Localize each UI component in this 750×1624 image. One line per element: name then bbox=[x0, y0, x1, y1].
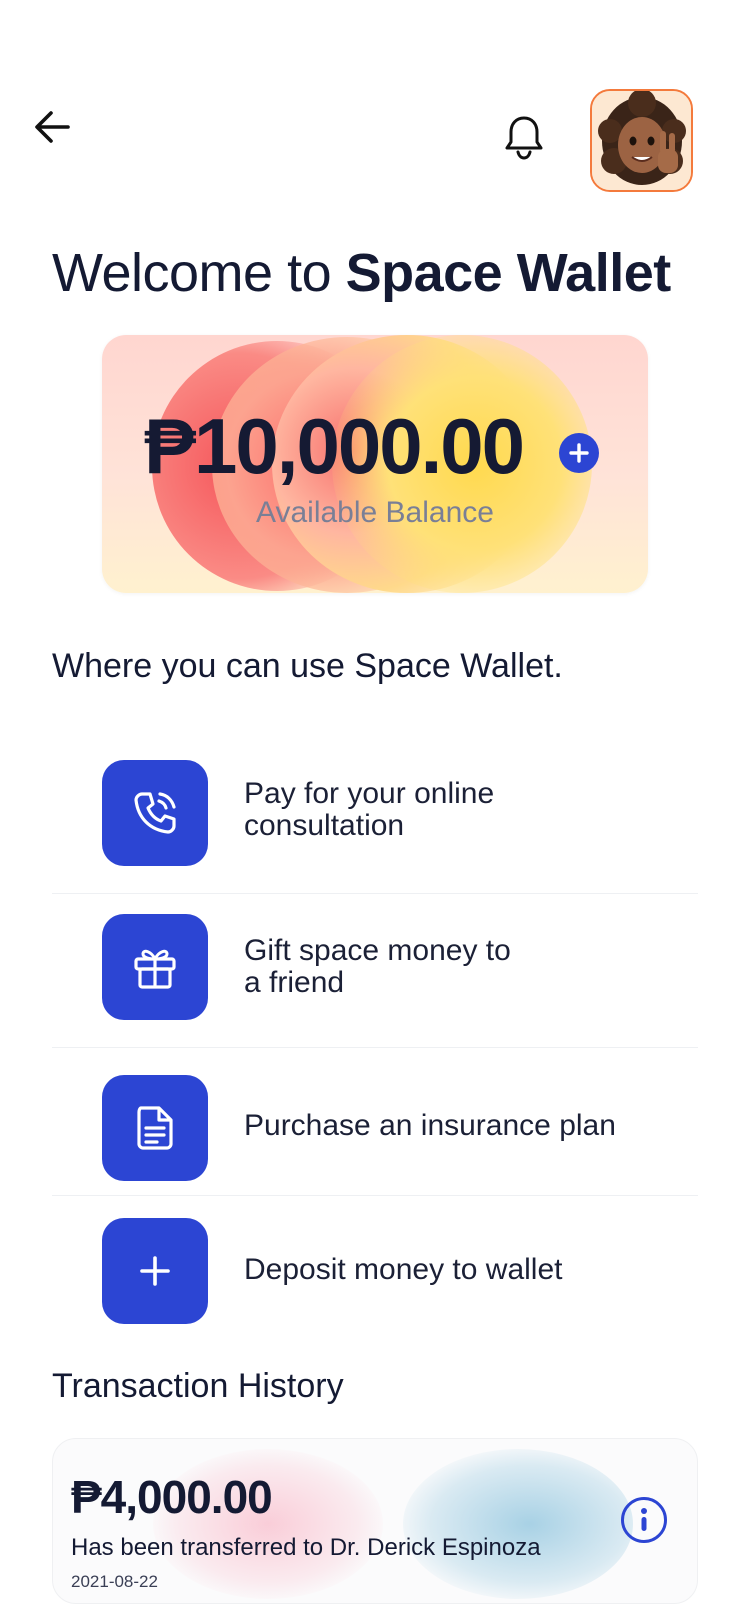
transaction-card[interactable]: ₱4,000.00 Has been transferred to Dr. De… bbox=[52, 1438, 698, 1604]
balance-card: ₱10,000.00 Available Balance bbox=[102, 335, 648, 593]
use-item-insurance[interactable]: Purchase an insurance plan bbox=[52, 1072, 698, 1200]
uses-title: Where you can use Space Wallet. bbox=[52, 647, 563, 685]
use-item-deposit[interactable]: Deposit money to wallet bbox=[52, 1217, 698, 1337]
use-item-consultation[interactable]: Pay for your online consultation bbox=[52, 760, 698, 894]
transaction-description: Has been transferred to Dr. Derick Espin… bbox=[71, 1534, 541, 1561]
plus-icon bbox=[140, 1256, 170, 1286]
insurance-icon-button[interactable] bbox=[102, 1075, 208, 1181]
plus-icon bbox=[569, 443, 589, 463]
divider bbox=[52, 893, 698, 894]
gift-icon bbox=[134, 949, 176, 989]
use-item-label: Deposit money to wallet bbox=[244, 1253, 563, 1286]
balance-amount: ₱10,000.00 bbox=[144, 402, 525, 490]
add-balance-button[interactable] bbox=[559, 433, 599, 473]
decorative-blob bbox=[403, 1449, 633, 1599]
use-item-label: Gift space money to a friend bbox=[244, 934, 511, 999]
use-item-label: Purchase an insurance plan bbox=[244, 1109, 616, 1142]
wallet-screen: Welcome to Space Wallet ₱10,000.00 Avail… bbox=[0, 0, 750, 1624]
transaction-history-title: Transaction History bbox=[52, 1367, 344, 1405]
arrow-left-icon bbox=[35, 111, 70, 143]
transaction-amount: ₱4,000.00 bbox=[71, 1471, 273, 1523]
gift-icon-button[interactable] bbox=[102, 914, 208, 1020]
info-icon bbox=[641, 1508, 647, 1531]
bell-icon bbox=[505, 116, 543, 160]
back-button[interactable] bbox=[30, 105, 74, 149]
memoji-avatar bbox=[592, 91, 691, 190]
transaction-date: 2021-08-22 bbox=[71, 1572, 158, 1591]
notification-button[interactable] bbox=[498, 110, 550, 164]
transaction-info-button[interactable] bbox=[621, 1497, 667, 1543]
deposit-icon-button[interactable] bbox=[102, 1218, 208, 1324]
phone-call-icon bbox=[134, 792, 176, 834]
use-item-gift[interactable]: Gift space money to a friend bbox=[52, 914, 698, 1048]
welcome-prefix: Welcome to bbox=[52, 243, 346, 303]
user-avatar[interactable] bbox=[590, 89, 693, 192]
welcome-heading: Welcome to Space Wallet bbox=[52, 238, 671, 308]
divider bbox=[52, 1047, 698, 1048]
consultation-icon-button[interactable] bbox=[102, 760, 208, 866]
document-icon bbox=[137, 1106, 173, 1150]
use-item-label: Pay for your online consultation bbox=[244, 777, 495, 842]
balance-label: Available Balance bbox=[256, 496, 494, 529]
divider bbox=[52, 1195, 698, 1196]
brand-name: Space Wallet bbox=[345, 243, 672, 303]
